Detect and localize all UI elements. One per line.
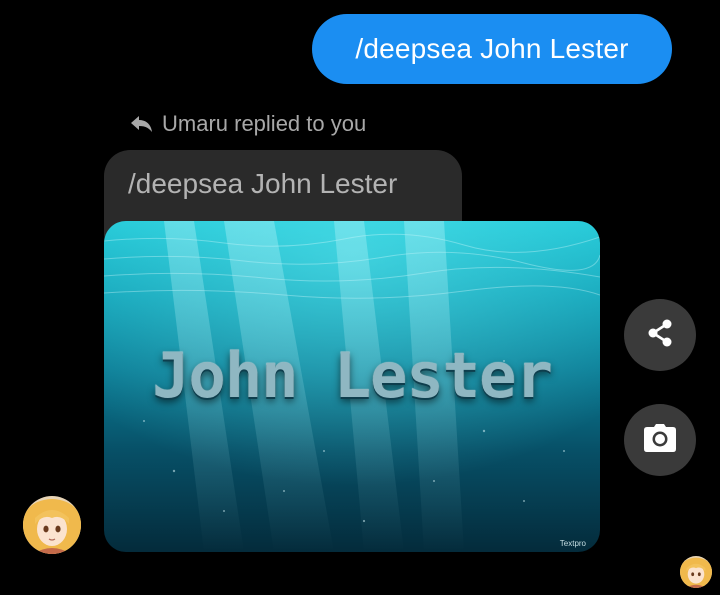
share-button[interactable] bbox=[624, 299, 696, 371]
camera-icon bbox=[643, 423, 677, 458]
sender-avatar[interactable] bbox=[23, 496, 81, 554]
reply-image[interactable]: John Lester Textpro bbox=[104, 221, 600, 552]
share-icon bbox=[644, 317, 676, 354]
image-title-text: John Lester bbox=[152, 339, 553, 412]
sent-message-bubble[interactable]: /deepsea John Lester bbox=[312, 14, 672, 84]
camera-button[interactable] bbox=[624, 404, 696, 476]
reply-header-text: Umaru replied to you bbox=[162, 111, 367, 136]
image-watermark: Textpro bbox=[559, 539, 586, 548]
reply-arrow-icon bbox=[130, 114, 154, 134]
quoted-message-text: /deepsea John Lester bbox=[128, 168, 398, 199]
sent-message-text: /deepsea John Lester bbox=[355, 33, 629, 64]
reply-header: Umaru replied to you bbox=[130, 108, 366, 140]
read-receipt-avatar bbox=[680, 556, 712, 588]
